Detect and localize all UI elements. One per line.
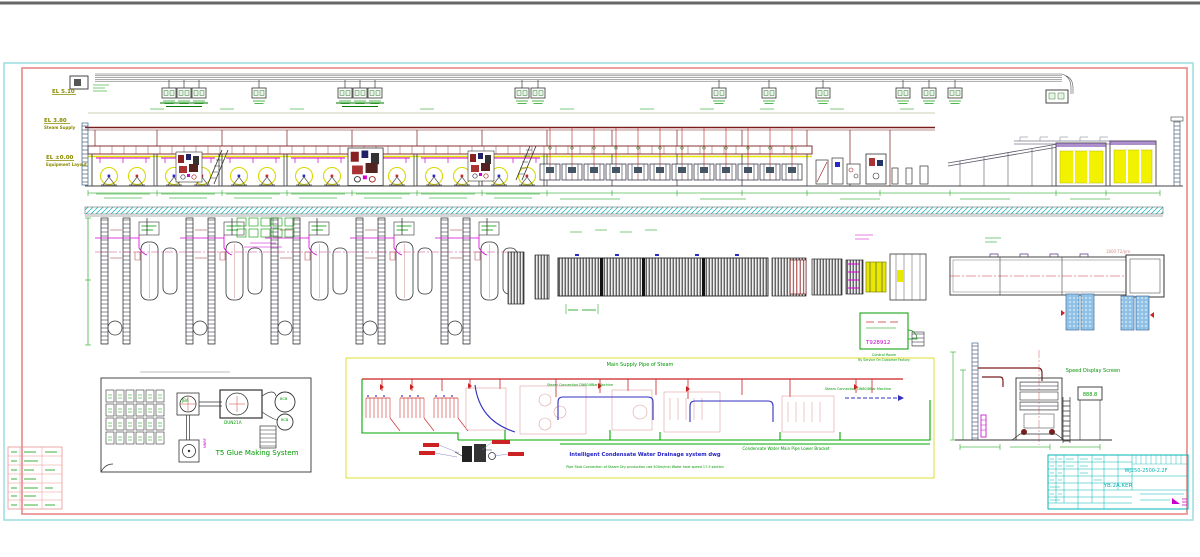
conveyor-note: 1800 T2/pm [1106, 249, 1130, 254]
speed-display-value: 888.8 [1083, 392, 1097, 398]
bracket-label: Condensate Water Main Pipe Lower Bracket [742, 446, 830, 451]
mixer-label: JBA [181, 398, 189, 403]
converting-machines [772, 254, 926, 300]
steam-branch-left: Steam Connection DN80/8Bar Machine [547, 383, 613, 387]
elev-label-0: EL 5.10 [52, 89, 75, 95]
elev-label-1-name: Steam Supply [44, 125, 76, 130]
system-title: Intelligent Condensate Water Drainage sy… [569, 452, 721, 458]
elev-label-2-name: Equipment Layout [46, 162, 87, 167]
control-room-subcaption: By Service On Customer Factory [858, 358, 910, 362]
control-room-caption: Control Room [872, 353, 897, 357]
title-block-code: YB.2A.KER [1103, 483, 1133, 489]
pump-a-label: BCB [280, 397, 288, 401]
glue-system-title: T5 Glue Making System [215, 449, 299, 457]
support-column [972, 343, 978, 440]
control-room-code: T928912 [865, 340, 890, 346]
title-block-model: WJ250-2500-2.2F [1124, 468, 1167, 474]
board-stack [1060, 151, 1103, 183]
system-caption: Pipe Stub Connection of Steam Dry produc… [566, 465, 724, 469]
board-stack [1114, 150, 1152, 183]
shaft-note: NNRF [203, 438, 207, 448]
elev-label-2: EL ±0.00 [46, 155, 74, 161]
cad-viewer-canvas: EL 5.10 EL 3.80 Steam Supply EL ±0.00 Eq… [0, 0, 1200, 557]
tank-label: DUN21A [224, 420, 242, 425]
steam-branch-right: Steam Connection DN80/8Bar Machine [825, 387, 891, 391]
support-column [82, 123, 88, 185]
cad-sheet: EL 5.10 EL 3.80 Steam Supply EL ±0.00 Eq… [0, 0, 1200, 557]
elev-label-1: EL 3.80 [44, 118, 67, 124]
pump-b-label: BCB [281, 418, 289, 422]
speed-display-title: Speed Display Screen [1066, 368, 1120, 374]
steam-title: Main Supply Pipe of Steam [607, 362, 674, 368]
